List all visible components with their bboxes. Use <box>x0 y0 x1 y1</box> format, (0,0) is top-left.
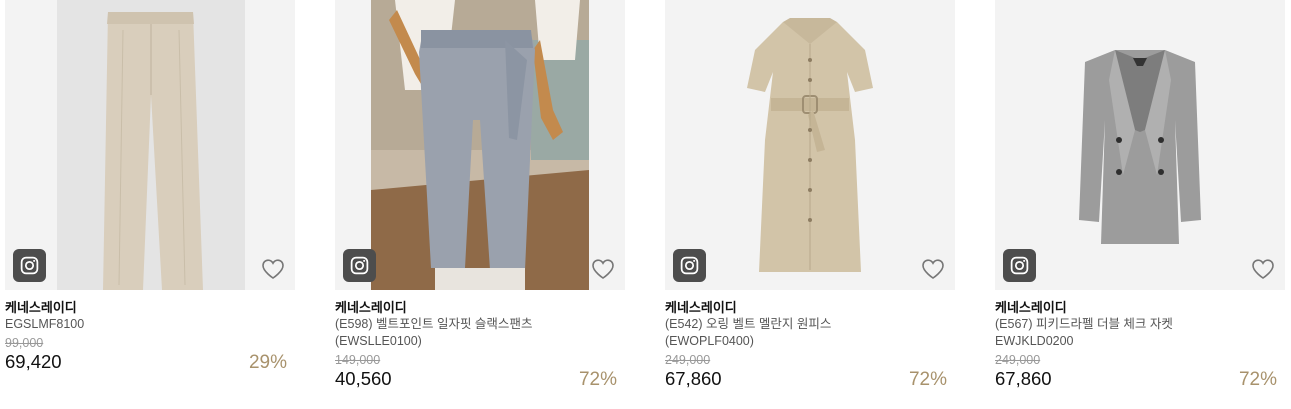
slacks-image <box>371 0 589 290</box>
product-card[interactable]: 케네스레이디 EGSLMF8100 99,000 69,420 29% <box>5 0 295 409</box>
brand-name[interactable]: 케네스레이디 <box>665 299 955 316</box>
original-price: 249,000 <box>995 353 1041 367</box>
heart-icon[interactable] <box>261 258 285 280</box>
dress-image <box>747 18 873 272</box>
product-image[interactable] <box>995 0 1285 290</box>
discount-rate: 72% <box>908 369 947 390</box>
instagram-icon <box>680 256 699 275</box>
product-info: 케네스레이디 EGSLMF8100 99,000 69,420 29% <box>5 290 295 409</box>
product-name[interactable]: (E567) 피키드라펠 더블 체크 자켓 EWJKLD0200 <box>995 316 1245 350</box>
jacket-image <box>1079 50 1201 244</box>
instagram-button[interactable] <box>13 249 46 282</box>
brand-name[interactable]: 케네스레이디 <box>335 299 625 316</box>
original-price: 149,000 <box>335 353 381 367</box>
discount-rate: 72% <box>578 369 617 390</box>
instagram-button[interactable] <box>343 249 376 282</box>
heart-icon[interactable] <box>591 258 615 280</box>
product-card[interactable]: 케네스레이디 (E542) 오링 벨트 멜란지 원피스 (EWOPLF0400)… <box>665 0 955 409</box>
product-name[interactable]: EGSLMF8100 <box>5 316 255 333</box>
instagram-button[interactable] <box>673 249 706 282</box>
heart-icon[interactable] <box>1251 258 1275 280</box>
original-price: 249,000 <box>665 353 711 367</box>
product-image[interactable] <box>665 0 955 290</box>
instagram-button[interactable] <box>1003 249 1036 282</box>
instagram-icon <box>20 256 39 275</box>
brand-name[interactable]: 케네스레이디 <box>995 299 1285 316</box>
original-price: 99,000 <box>5 336 44 350</box>
product-image[interactable] <box>335 0 625 290</box>
product-info: 케네스레이디 (E542) 오링 벨트 멜란지 원피스 (EWOPLF0400)… <box>665 290 955 409</box>
product-grid: 케네스레이디 EGSLMF8100 99,000 69,420 29% 케네스레… <box>0 0 1291 405</box>
product-name[interactable]: (E542) 오링 벨트 멜란지 원피스 (EWOPLF0400) <box>665 316 915 350</box>
product-image[interactable] <box>5 0 295 290</box>
product-card[interactable]: 케네스레이디 (E567) 피키드라펠 더블 체크 자켓 EWJKLD0200 … <box>995 0 1285 409</box>
heart-icon[interactable] <box>921 258 945 280</box>
instagram-icon <box>1010 256 1029 275</box>
product-info: 케네스레이디 (E598) 벨트포인트 일자핏 슬랙스팬츠 (EWSLLE010… <box>335 290 625 409</box>
product-card[interactable]: 케네스레이디 (E598) 벨트포인트 일자핏 슬랙스팬츠 (EWSLLE010… <box>335 0 625 409</box>
instagram-icon <box>350 256 369 275</box>
product-name[interactable]: (E598) 벨트포인트 일자핏 슬랙스팬츠 (EWSLLE0100) <box>335 316 585 350</box>
product-info: 케네스레이디 (E567) 피키드라펠 더블 체크 자켓 EWJKLD0200 … <box>995 290 1285 409</box>
discount-rate: 72% <box>1238 369 1277 390</box>
brand-name[interactable]: 케네스레이디 <box>5 299 295 316</box>
discount-rate: 29% <box>248 352 287 373</box>
trousers-image <box>57 0 245 290</box>
